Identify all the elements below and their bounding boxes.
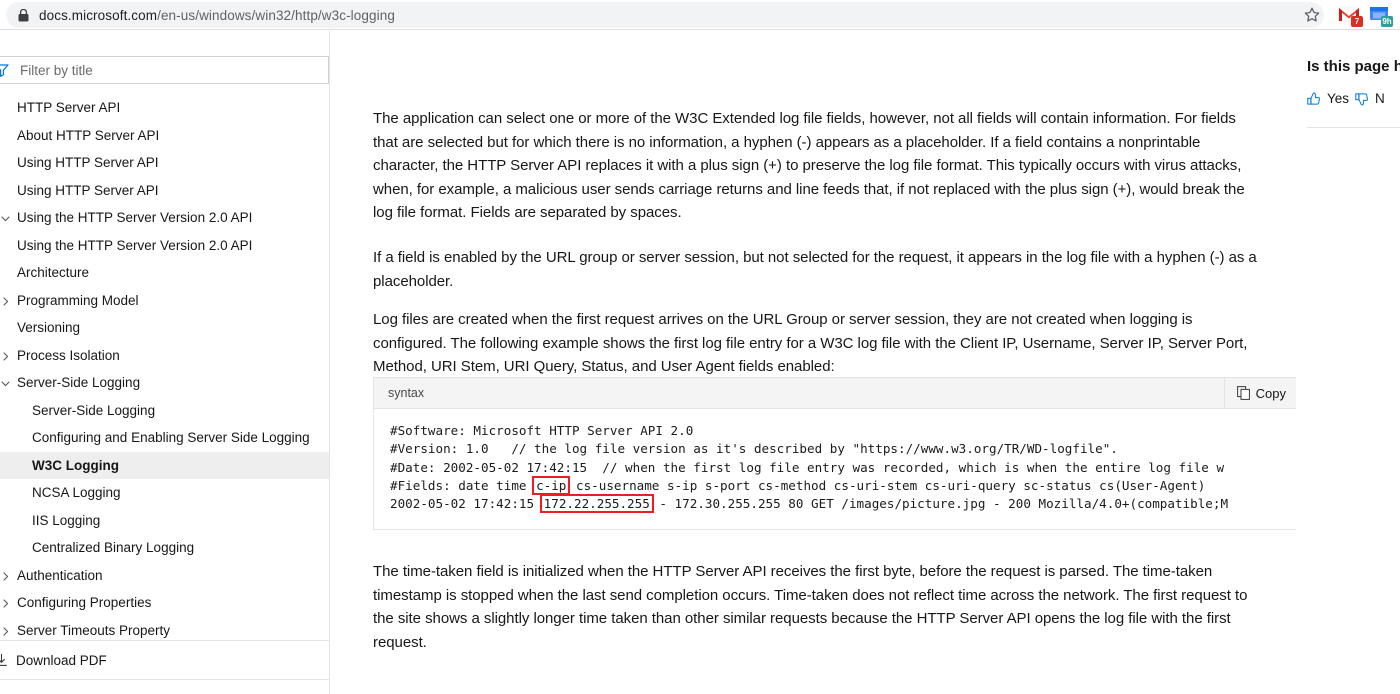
code-block-header: syntax Copy <box>374 378 1296 409</box>
chevron-right-icon[interactable] <box>0 295 11 306</box>
sidebar-item-label: Using the HTTP Server Version 2.0 API <box>17 210 253 225</box>
sidebar-item-label: NCSA Logging <box>32 485 121 500</box>
sidebar-item-programming-model[interactable]: Programming Model <box>0 287 329 315</box>
address-bar-url: docs.microsoft.com/en-us/windows/win32/h… <box>39 7 395 23</box>
sidebar-footer: Download PDF <box>0 640 329 680</box>
feedback-yes-label[interactable]: Yes <box>1327 91 1349 106</box>
main-content: The application can select one or more o… <box>331 31 1296 694</box>
sidebar: HTTP Server API About HTTP Server API Usin… <box>0 31 330 694</box>
sidebar-item-label: Using HTTP Server API <box>17 155 159 170</box>
sidebar-item-configuring-properties[interactable]: Configuring Properties <box>0 589 329 617</box>
code-text: #Fields: date time <box>390 477 535 493</box>
calendar-time-badge: 9h <box>1381 16 1393 27</box>
code-line: #Fields: date time c-ip cs-username s-ip… <box>390 475 1296 495</box>
filter-by-title-container <box>0 56 329 84</box>
sidebar-item-about-http-server-api[interactable]: About HTTP Server API <box>0 122 329 150</box>
sidebar-item-label: Process Isolation <box>17 347 120 363</box>
sidebar-item-label: HTTP Server API <box>17 100 121 115</box>
download-icon <box>0 653 8 667</box>
sidebar-item-centralized-binary-logging[interactable]: Centralized Binary Logging <box>0 534 329 562</box>
sidebar-item-label: Server-Side Logging <box>32 402 156 418</box>
sidebar-item-using-http-server-api[interactable]: Using HTTP Server API <box>0 149 329 177</box>
thumbs-up-icon[interactable] <box>1307 92 1321 106</box>
sidebar-item-label: Server Timeouts Property <box>17 622 171 638</box>
sidebar-item-label: Programming Model <box>17 292 139 308</box>
filter-icon <box>0 63 9 77</box>
sidebar-item-label: Configuring and Enabling Server Side Log… <box>32 430 310 445</box>
sidebar-item-ncsa-logging[interactable]: NCSA Logging <box>0 479 329 507</box>
bookmark-star-icon[interactable] <box>1302 5 1322 25</box>
chevron-right-icon[interactable] <box>0 597 11 608</box>
sidebar-item-architecture[interactable]: Architecture <box>0 259 329 287</box>
download-pdf-link[interactable]: Download PDF <box>16 653 107 668</box>
paragraph-4: The time-taken field is initialized when… <box>373 563 1248 651</box>
page-feedback-title: Is this page h <box>1307 58 1400 75</box>
sidebar-item-authentication[interactable]: Authentication <box>0 562 329 590</box>
gmail-extension-icon[interactable]: 7 <box>1338 3 1363 27</box>
sidebar-item-label: Using the HTTP Server Version 2.0 API <box>17 237 253 253</box>
copy-icon <box>1236 386 1250 400</box>
chevron-right-icon[interactable] <box>0 570 11 581</box>
sidebar-item-label: Authentication <box>17 567 103 583</box>
feedback-no-label[interactable]: N <box>1375 91 1385 106</box>
sidebar-item-configuring-and-enabling-server-side-logging[interactable]: Configuring and Enabling Server Side Log… <box>0 424 329 452</box>
paragraph-2: If a field is enabled by the URL group o… <box>373 249 1257 290</box>
sidebar-item-label: Using HTTP Server API <box>17 182 159 198</box>
chevron-right-icon[interactable] <box>0 350 11 361</box>
gmail-unread-badge: 7 <box>1351 16 1363 27</box>
code-block: syntax Copy #Software: Microsoft HTTP Se… <box>373 377 1296 531</box>
browser-extensions: 7 9h <box>1338 3 1393 27</box>
sidebar-item-versioning[interactable]: Versioning <box>0 314 329 342</box>
paragraph-1: The application can select one or more o… <box>373 110 1245 222</box>
filter-box[interactable] <box>0 56 329 84</box>
paragraph-3: Log files are created when the first req… <box>373 311 1248 376</box>
sidebar-item-using-http-server-api[interactable]: Using HTTP Server API <box>0 177 329 205</box>
code-text: 2002-05-02 17:42:15 <box>390 496 542 512</box>
sidebar-item-using-the-http-server-version-2-0-api[interactable]: Using the HTTP Server Version 2.0 API <box>0 204 329 232</box>
code-line: 2002-05-02 17:42:15 172.22.255.255 - 172… <box>390 494 1296 514</box>
code-block-body[interactable]: #Software: Microsoft HTTP Server API 2.0… <box>374 409 1296 529</box>
code-language-label: syntax <box>388 386 425 400</box>
address-bar[interactable]: docs.microsoft.com/en-us/windows/win32/h… <box>6 2 1324 28</box>
sidebar-item-w3c-logging[interactable]: W3C Logging <box>0 451 329 479</box>
browser-toolbar: docs.microsoft.com/en-us/windows/win32/h… <box>0 0 1400 30</box>
thumbs-down-icon[interactable] <box>1355 92 1369 106</box>
chevron-right-icon[interactable] <box>0 625 11 636</box>
sidebar-item-label: Centralized Binary Logging <box>32 540 195 555</box>
chevron-down-icon[interactable] <box>0 212 11 223</box>
sidebar-item-label: W3C Logging <box>32 457 119 473</box>
sidebar-item-label: IIS Logging <box>32 512 101 528</box>
code-line: #Software: Microsoft HTTP Server API 2.0 <box>390 423 694 438</box>
sidebar-item-server-side-logging[interactable]: Server-Side Logging <box>0 397 329 425</box>
code-text: cs-username s-ip s-port cs-method cs-uri… <box>568 477 1206 493</box>
lock-icon <box>18 8 29 22</box>
copy-button-label: Copy <box>1255 385 1286 401</box>
sidebar-item-process-isolation[interactable]: Process Isolation <box>0 342 329 370</box>
sidebar-item-label: About HTTP Server API <box>17 127 160 143</box>
sidebar-item-http-server-api[interactable]: HTTP Server API <box>0 94 329 122</box>
sidebar-item-label: Versioning <box>17 320 81 335</box>
sidebar-item-iis-logging[interactable]: IIS Logging <box>0 507 329 535</box>
highlight-box: c-ip <box>532 475 571 495</box>
calendar-extension-icon[interactable]: 9h <box>1368 3 1393 27</box>
code-line: #Date: 2002-05-02 17:42:15 // when the f… <box>390 459 1225 475</box>
sidebar-item-using-the-http-server-version-2-0-api[interactable]: Using the HTTP Server Version 2.0 API <box>0 232 329 260</box>
filter-input[interactable] <box>18 61 278 79</box>
page-feedback-controls: Yes N <box>1307 91 1385 106</box>
right-rail-divider <box>1307 127 1400 128</box>
code-text: - 172.30.255.255 80 GET /images/picture.… <box>651 496 1229 512</box>
right-rail: Is this page h Yes N <box>1296 31 1400 694</box>
sidebar-item-label: Server-Side Logging <box>17 375 141 390</box>
sidebar-item-server-side-logging[interactable]: Server-Side Logging <box>0 369 329 397</box>
sidebar-nav-list: HTTP Server API About HTTP Server API Usin… <box>0 94 329 679</box>
sidebar-item-label: Configuring Properties <box>17 595 152 610</box>
sidebar-item-label: Architecture <box>17 265 90 280</box>
chevron-down-icon[interactable] <box>0 377 11 388</box>
code-line: #Version: 1.0 // the log file version as… <box>390 441 1118 457</box>
highlight-box: 172.22.255.255 <box>539 494 654 514</box>
copy-button[interactable]: Copy <box>1223 378 1296 408</box>
